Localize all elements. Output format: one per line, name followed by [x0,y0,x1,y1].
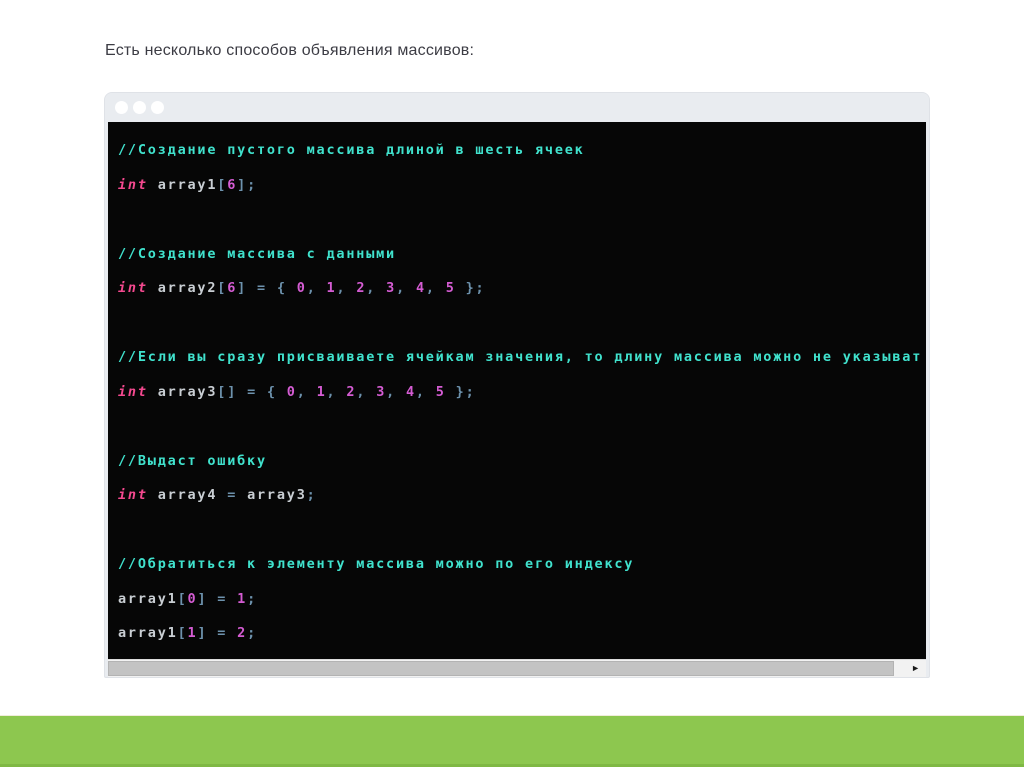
code-line: //Обратиться к элементу массива можно по… [118,556,635,572]
code-window: //Создание пустого массива длиной в шест… [104,92,930,678]
code-line: int array2[6] = { 0, 1, 2, 3, 4, 5 }; [118,280,486,296]
code-lines: //Создание пустого массива длиной в шест… [118,133,926,651]
code-line: //Создание пустого массива длиной в шест… [118,142,585,158]
code-line: int array3[] = { 0, 1, 2, 3, 4, 5 }; [118,383,476,400]
code-line: array1[0] = 1; [118,590,258,607]
scroll-right-arrow-icon[interactable]: ► [911,660,920,677]
code-line: //Если вы сразу присваиваете ячейкам зна… [118,349,923,365]
code-line: int array1[6]; [118,176,258,193]
code-line: //Выдаст ошибку [118,452,267,469]
code-editor: //Создание пустого массива длиной в шест… [108,122,926,659]
window-dot-icon[interactable] [133,101,146,114]
page-title: Есть несколько способов объявления масси… [105,42,475,59]
window-dot-icon[interactable] [115,101,128,114]
code-line: int array4 = array3; [118,487,317,503]
window-titlebar [105,93,929,122]
slide: Есть несколько способов объявления масси… [0,0,1024,767]
horizontal-scrollbar[interactable]: ► [108,659,926,677]
code-line: //Создание массива с данными [118,245,396,262]
window-dot-icon[interactable] [151,101,164,114]
code-line: array1[1] = 2; [118,625,258,641]
scrollbar-thumb[interactable] [108,661,894,676]
bottom-accent-bar [0,715,1024,767]
